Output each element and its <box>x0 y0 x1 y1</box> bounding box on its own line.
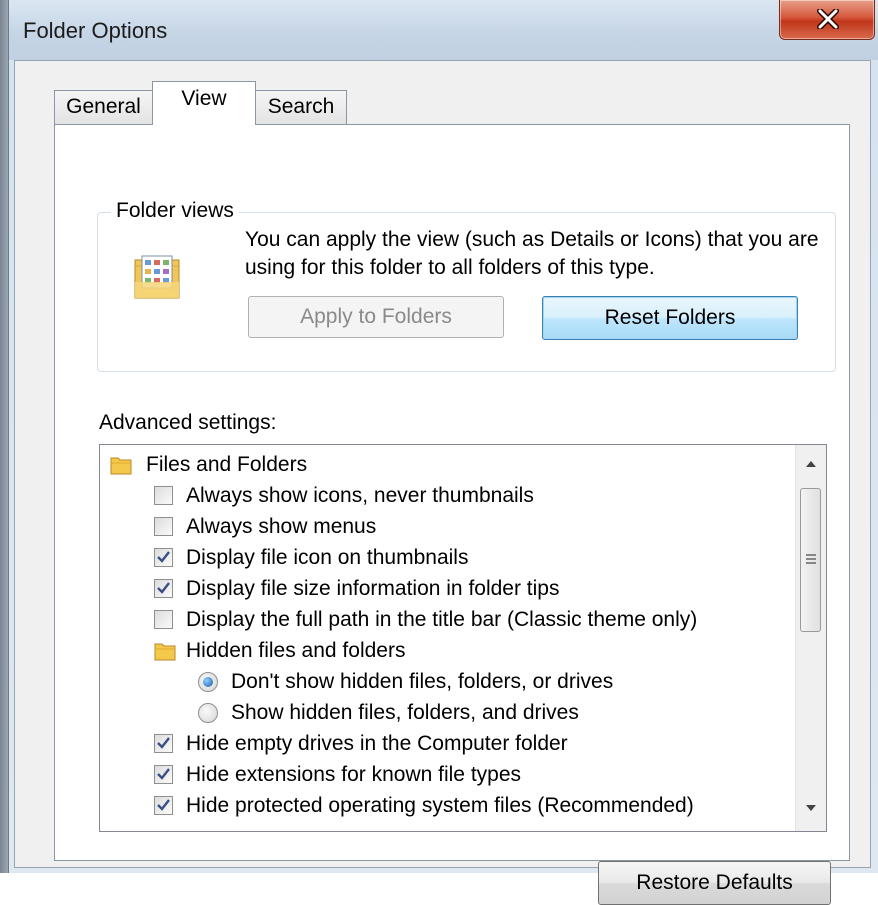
view-tab-page: Folder views You can apply the view (suc… <box>54 124 850 905</box>
folder-views-description: You can apply the view (such as Details … <box>245 228 819 279</box>
apply-to-folders-button[interactable]: Apply to Folders <box>248 296 504 338</box>
scroll-down-arrow-icon[interactable] <box>804 803 818 813</box>
vertical-scrollbar[interactable] <box>795 445 826 831</box>
checkbox-checked[interactable] <box>154 765 173 784</box>
list-item-label: Show hidden files, folders, and drives <box>231 701 579 724</box>
list-item-label: Always show menus <box>186 515 377 538</box>
restore-defaults-label: Restore Defaults <box>636 871 793 894</box>
folder-view-grid-icon <box>131 252 183 309</box>
checkmark-icon <box>157 737 170 749</box>
scroll-grip-icon <box>806 554 816 564</box>
list-item-label: Display the full path in the title bar (… <box>186 608 698 631</box>
dialog-client-area: General View Search Folder views You can… <box>14 60 871 905</box>
radio-selected[interactable] <box>198 672 218 692</box>
checkbox[interactable] <box>154 517 173 536</box>
apply-to-folders-label: Apply to Folders <box>300 305 452 328</box>
checkmark-icon <box>157 551 170 563</box>
checkbox-checked[interactable] <box>154 579 173 598</box>
folder-views-label: Folder views <box>111 199 239 223</box>
folder-options-window: Folder Options General View Search Folde… <box>8 0 878 905</box>
background-window-edge <box>0 0 8 873</box>
advanced-settings-label: Advanced settings: <box>99 411 277 434</box>
scroll-up-arrow-icon[interactable] <box>804 459 818 469</box>
advanced-settings-list[interactable]: Files and Folders Always show icons, nev… <box>99 444 827 832</box>
checkbox[interactable] <box>154 610 173 629</box>
checkbox[interactable] <box>154 486 173 505</box>
checkmark-icon <box>157 799 170 811</box>
list-item-label: Hide empty drives in the Computer folder <box>186 732 568 755</box>
tab-view[interactable]: View <box>152 81 256 125</box>
list-item-label: Always show icons, never thumbnails <box>186 484 534 507</box>
close-x-icon <box>817 9 839 29</box>
reset-folders-button[interactable]: Reset Folders <box>542 296 798 340</box>
checkbox-checked[interactable] <box>154 734 173 753</box>
radio-dot <box>203 677 213 687</box>
window-title: Folder Options <box>23 18 168 43</box>
list-item-label: Display file size information in folder … <box>186 577 560 600</box>
restore-defaults-button[interactable]: Restore Defaults <box>598 861 831 905</box>
tab-search[interactable]: Search <box>255 90 347 124</box>
checkmark-icon <box>157 768 170 780</box>
close-button[interactable] <box>779 0 875 40</box>
list-item-label: Don't show hidden files, folders, or dri… <box>231 670 614 693</box>
radio[interactable] <box>198 703 218 723</box>
tab-general[interactable]: General <box>54 90 153 124</box>
folder-icon <box>110 457 132 475</box>
tab-general-label: General <box>66 95 141 118</box>
tab-search-label: Search <box>267 95 335 118</box>
list-item-label: Files and Folders <box>146 453 308 476</box>
list-item-label: Hidden files and folders <box>186 639 406 662</box>
list-item-label: Display file icon on thumbnails <box>186 546 469 569</box>
folder-icon <box>154 643 176 661</box>
list-item-label: Hide protected operating system files (R… <box>186 794 694 817</box>
tab-view-label: View <box>181 87 227 110</box>
list-item-label: Hide extensions for known file types <box>186 763 522 786</box>
reset-folders-label: Reset Folders <box>604 306 736 329</box>
title-bar[interactable]: Folder Options <box>9 0 878 60</box>
checkbox-checked[interactable] <box>154 796 173 815</box>
checkbox-checked[interactable] <box>154 548 173 567</box>
scrollbar-thumb[interactable] <box>800 488 821 632</box>
checkmark-icon <box>157 582 170 594</box>
